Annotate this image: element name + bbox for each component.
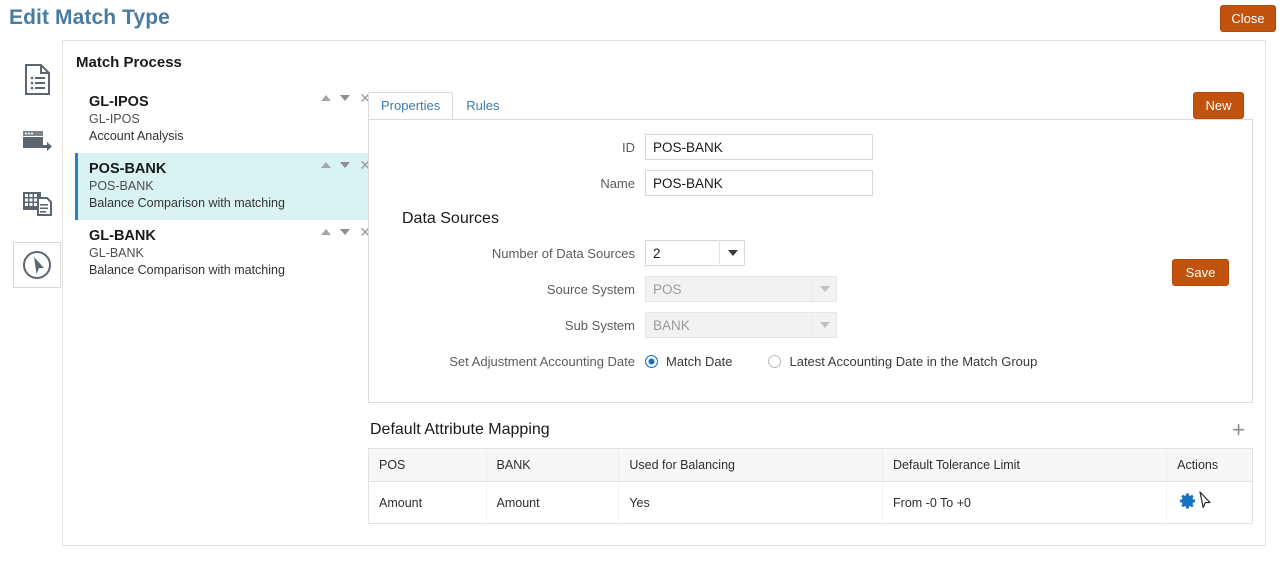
list-item[interactable]: ✕ GL-IPOS GL-IPOS Account Analysis (75, 86, 375, 153)
cell-pos: Amount (368, 481, 487, 524)
list-item-sub: GL-BANK (89, 246, 144, 261)
list-item-sub: GL-IPOS (89, 112, 140, 127)
page-title: Edit Match Type (9, 6, 170, 29)
properties-card: Save ID Name Data Sources Number of Data… (368, 119, 1253, 403)
tab-properties[interactable]: Properties (368, 92, 454, 120)
sub-system-value: BANK (645, 312, 837, 338)
list-item-actions: ✕ (321, 158, 371, 172)
radio-match-date[interactable]: Match Date (645, 354, 732, 369)
source-system-label: Source System (546, 281, 635, 297)
move-up-icon[interactable] (321, 95, 332, 101)
table-row[interactable]: Amount Amount Yes From -0 To +0 (368, 481, 1253, 524)
gear-icon[interactable] (1177, 491, 1197, 514)
id-label: ID (622, 139, 635, 155)
number-of-data-sources-label: Number of Data Sources (491, 245, 635, 261)
sidebar-item-grid-report[interactable] (13, 180, 61, 226)
list-item-actions: ✕ (321, 91, 371, 105)
list-item-sub: POS-BANK (89, 179, 154, 194)
name-label: Name (600, 175, 635, 191)
list-item[interactable]: ✕ GL-BANK GL-BANK Balance Comparison wit… (75, 220, 375, 287)
close-button[interactable]: Close (1220, 5, 1276, 32)
number-of-data-sources-row: Number of Data Sources 2 (385, 240, 1236, 266)
adjustment-accounting-date-row: Set Adjustment Accounting Date Match Dat… (385, 354, 1236, 369)
column-header-default-tolerance-limit: Default Tolerance Limit (882, 448, 1168, 482)
move-down-icon[interactable] (340, 95, 351, 101)
section-title: Match Process (76, 54, 182, 71)
source-system-value: POS (645, 276, 837, 302)
source-system-row: Source System POS (385, 276, 1236, 302)
data-sources-heading: Data Sources (402, 210, 499, 227)
chevron-down-icon (811, 312, 837, 338)
document-list-icon (24, 63, 51, 95)
list-item-desc: Balance Comparison with matching (89, 262, 285, 277)
sub-system-row: Sub System BANK (385, 312, 1236, 338)
column-header-used-for-balancing: Used for Balancing (618, 448, 884, 482)
move-up-icon[interactable] (321, 162, 332, 169)
cell-bank: Amount (486, 481, 620, 524)
icon-rail (13, 56, 61, 288)
table-header-row: POS BANK Used for Balancing Default Tole… (368, 448, 1253, 482)
column-header-actions: Actions (1166, 448, 1253, 482)
card-export-icon (22, 128, 52, 154)
sidebar-item-document-list[interactable] (13, 56, 61, 102)
id-input[interactable] (645, 134, 873, 160)
chevron-down-icon (811, 276, 837, 302)
radio-latest-accounting-date[interactable]: Latest Accounting Date in the Match Grou… (768, 354, 1037, 369)
process-list: ✕ GL-IPOS GL-IPOS Account Analysis ✕ POS… (75, 86, 375, 287)
adjustment-accounting-date-label: Set Adjustment Accounting Date (449, 354, 635, 369)
name-input[interactable] (645, 170, 873, 196)
mouse-cursor-icon (1199, 491, 1213, 512)
edit-match-type-page: Edit Match Type Close Match Process New … (0, 0, 1283, 584)
radio-latest-accounting-date-label: Latest Accounting Date in the Match Grou… (789, 354, 1038, 369)
detail-pane: Properties Rules Save ID Name Data Sourc… (368, 91, 1253, 533)
main-panel: Match Process New ✕ GL-IPOS GL-IPOS Acco… (62, 40, 1266, 546)
list-item-actions: ✕ (321, 225, 371, 239)
number-of-data-sources-select[interactable]: 2 (645, 240, 745, 266)
tab-rules[interactable]: Rules (453, 92, 512, 120)
cell-used-for-balancing: Yes (618, 481, 884, 524)
tab-bar: Properties Rules (368, 91, 1253, 120)
sidebar-item-cursor-circle[interactable] (13, 242, 61, 288)
attribute-mapping-title: Default Attribute Mapping (370, 421, 550, 438)
move-down-icon[interactable] (340, 162, 351, 169)
move-down-icon[interactable] (340, 229, 351, 236)
chevron-down-icon[interactable] (719, 240, 745, 266)
radio-dot (768, 355, 782, 368)
column-header-pos: POS (368, 448, 487, 482)
attribute-mapping-header: Default Attribute Mapping + (370, 419, 1251, 441)
sidebar-item-card-export[interactable] (13, 118, 61, 164)
radio-dot (645, 355, 658, 368)
cell-actions (1167, 482, 1253, 524)
list-item-desc: Account Analysis (89, 128, 184, 143)
attribute-mapping-table: POS BANK Used for Balancing Default Tole… (368, 448, 1253, 524)
id-field-row: ID (385, 134, 1236, 160)
cursor-circle-icon (21, 249, 53, 281)
list-item-desc: Balance Comparison with matching (89, 195, 285, 210)
source-system-select: POS (645, 276, 837, 302)
cell-default-tolerance-limit: From -0 To +0 (882, 481, 1168, 524)
sub-system-label: Sub System (564, 317, 635, 333)
radio-match-date-label: Match Date (666, 354, 733, 369)
sub-system-select: BANK (645, 312, 837, 338)
grid-report-icon (22, 189, 53, 217)
add-mapping-icon[interactable]: + (1226, 419, 1251, 441)
column-header-bank: BANK (486, 448, 620, 482)
name-field-row: Name (385, 170, 1236, 196)
move-up-icon[interactable] (321, 229, 332, 236)
save-button[interactable]: Save (1172, 259, 1229, 286)
list-item[interactable]: ✕ POS-BANK POS-BANK Balance Comparison w… (75, 153, 375, 221)
